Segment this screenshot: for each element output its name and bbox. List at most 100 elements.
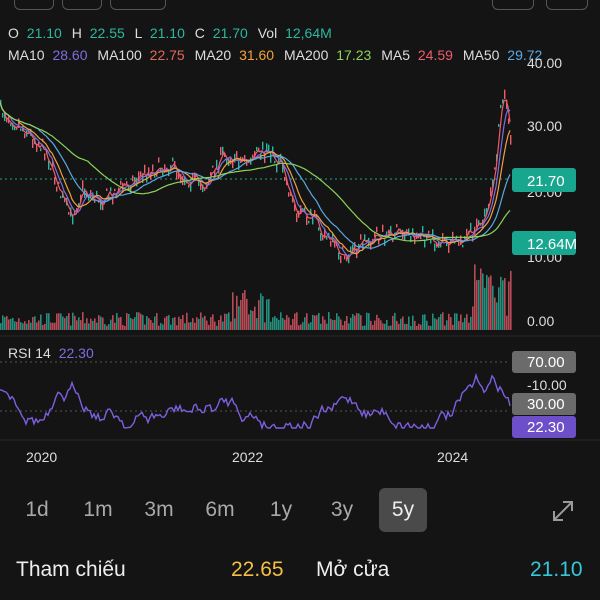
volume-bar <box>124 325 126 330</box>
candle <box>382 224 384 232</box>
volume-bar <box>68 313 70 330</box>
timeframe-3y[interactable]: 3y <box>318 488 366 532</box>
volume-bar <box>104 324 106 330</box>
candle <box>32 139 34 148</box>
candle <box>306 216 308 225</box>
volume-bar <box>284 319 286 330</box>
candle <box>322 235 324 241</box>
candle <box>270 153 272 163</box>
rsi-value: 22.30 <box>59 345 94 361</box>
volume-bar <box>238 306 240 330</box>
candle <box>212 165 214 168</box>
timeframe-3m[interactable]: 3m <box>135 488 183 532</box>
candle <box>68 211 70 215</box>
volume-bar <box>94 318 96 330</box>
o-value: 21.10 <box>27 25 62 41</box>
l-value: 21.10 <box>150 25 185 41</box>
o-label: O <box>8 25 19 41</box>
volume-bar <box>442 312 444 330</box>
candle <box>422 226 424 233</box>
candle <box>500 104 502 109</box>
vol-value: 12,64M <box>285 25 332 41</box>
volume-bar <box>170 324 172 330</box>
candle <box>106 188 108 192</box>
volume-bar <box>4 317 6 330</box>
volume-bar <box>226 313 228 330</box>
volume-bar <box>56 313 58 330</box>
volume-bar <box>340 319 342 330</box>
volume-bar <box>52 322 54 330</box>
volume-bar <box>472 306 474 330</box>
volume-bar <box>406 323 408 330</box>
volume-bar <box>156 313 158 330</box>
volume-bar <box>332 319 334 330</box>
volume-bar <box>414 320 416 330</box>
volume-bar <box>384 323 386 330</box>
volume-bar <box>54 322 56 330</box>
volume-bar <box>6 316 8 330</box>
candle <box>152 164 154 172</box>
volume-bar <box>198 318 200 330</box>
timeframe-1y[interactable]: 1y <box>257 488 305 532</box>
volume-bar <box>148 318 150 330</box>
volume-bar <box>232 292 234 330</box>
volume-bar <box>18 318 20 330</box>
candle <box>136 177 138 187</box>
volume-bar <box>466 314 468 330</box>
volume-bar <box>8 319 10 330</box>
c-label: C <box>195 25 205 41</box>
volume-bar <box>88 323 90 330</box>
volume-bar <box>322 316 324 330</box>
volume-bar <box>304 317 306 330</box>
candle <box>172 157 174 162</box>
volume-bar <box>214 321 216 330</box>
rsi-axis-70: 70.00 <box>527 354 565 371</box>
volume-bar <box>392 315 394 330</box>
timeframe-6m[interactable]: 6m <box>196 488 244 532</box>
candle <box>144 164 146 174</box>
timeframe-1m[interactable]: 1m <box>74 488 122 532</box>
volume-bar <box>72 312 74 330</box>
volume-bar <box>274 316 276 330</box>
timeframe-1d[interactable]: 1d <box>13 488 61 532</box>
volume-bar <box>80 320 82 330</box>
volume-bar <box>254 306 256 330</box>
volume-bar <box>172 317 174 330</box>
volume-bar <box>278 319 280 330</box>
candle <box>36 144 38 152</box>
price-chart[interactable]: O 21.10 H 22.55 L 21.10 C 21.70 Vol 12,6… <box>0 0 600 470</box>
candle <box>402 229 404 240</box>
candle <box>462 244 464 248</box>
volume-bar <box>242 293 244 330</box>
volume-bar <box>24 321 26 330</box>
volume-bar <box>236 295 238 330</box>
candle <box>452 231 454 240</box>
timeframe-5y[interactable]: 5y <box>379 488 427 532</box>
volume-bar <box>210 317 212 330</box>
volume-bar <box>258 300 260 330</box>
volume-bar <box>422 314 424 330</box>
ma200-value: 17.23 <box>336 47 371 63</box>
volume-bar <box>230 321 232 330</box>
volume-bar <box>250 310 252 330</box>
reference-price-label: Tham chiếu <box>16 558 126 581</box>
volume-bar <box>486 274 488 330</box>
candle <box>10 123 12 127</box>
volume-bar <box>186 312 188 330</box>
volume-bar <box>292 318 294 330</box>
volume-bar <box>150 319 152 330</box>
candle <box>102 202 104 211</box>
volume-bar <box>444 325 446 330</box>
ma5-value: 24.59 <box>418 47 453 63</box>
expand-icon[interactable] <box>548 496 578 526</box>
volume-bar <box>184 323 186 330</box>
volume-bar <box>90 318 92 330</box>
volume-bar <box>358 313 360 330</box>
ma10-label: MA10 <box>8 47 45 63</box>
candle <box>236 151 238 158</box>
volume-bar <box>76 320 78 330</box>
volume-bar <box>22 323 24 330</box>
timeframe-selector: 1d 1m 3m 6m 1y 3y 5y <box>0 488 600 532</box>
candle <box>140 171 142 177</box>
candle <box>120 180 122 185</box>
